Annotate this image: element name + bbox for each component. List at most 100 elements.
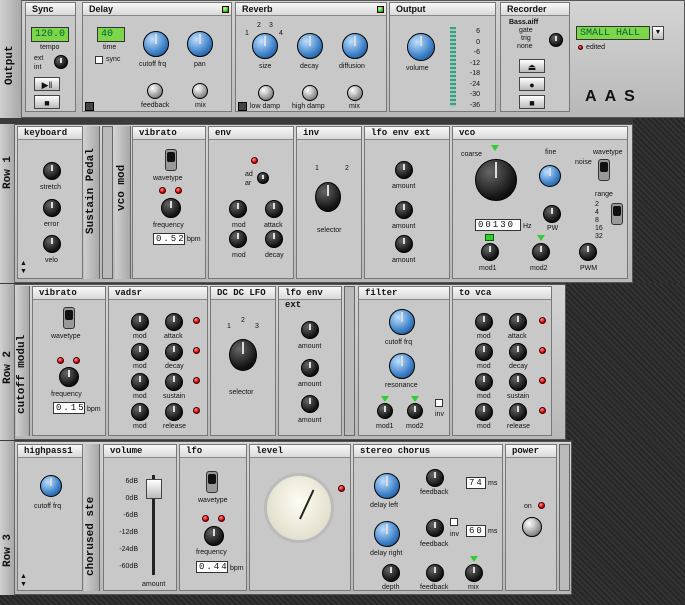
reverb-size-knob[interactable]: [252, 33, 278, 59]
vco-range-switch[interactable]: [611, 203, 623, 225]
vadsr-mod3-knob[interactable]: [131, 373, 149, 391]
chorus-ms1-digits[interactable]: 74: [466, 477, 486, 489]
env-mode-knob[interactable]: [257, 172, 269, 184]
filter-mod1-knob[interactable]: [377, 403, 393, 419]
lfo-frequency-knob[interactable]: [204, 526, 224, 546]
chorus-delay-left-knob[interactable]: [374, 473, 400, 499]
vadsr-sustain-knob[interactable]: [165, 373, 183, 391]
vadsr-decay-knob[interactable]: [165, 343, 183, 361]
delay-sync-checkbox[interactable]: [95, 56, 103, 64]
chorus-feedback2-knob[interactable]: [426, 519, 444, 537]
chorus-ms2-digits[interactable]: 60: [466, 525, 486, 537]
row1-scrollbar-a[interactable]: [102, 126, 113, 279]
chorus-feedback1-knob[interactable]: [426, 469, 444, 487]
filter-cutoff-knob[interactable]: [389, 309, 415, 335]
delay-feedback-knob[interactable]: [147, 83, 163, 99]
lfoenv-amount3-knob[interactable]: [395, 235, 413, 253]
reverb-highdamp-knob[interactable]: [302, 85, 318, 101]
reverb-decay-knob[interactable]: [297, 33, 323, 59]
delay-menu-button[interactable]: [85, 102, 94, 111]
vco-mod2-knob[interactable]: [532, 243, 550, 261]
sync-source-knob[interactable]: [54, 55, 68, 69]
chorus-feedback3-knob[interactable]: [426, 564, 444, 582]
filter-mod2-knob[interactable]: [407, 403, 423, 419]
filter-resonance-knob[interactable]: [389, 353, 415, 379]
lfoenv-amount2-knob[interactable]: [395, 201, 413, 219]
r2-amount2-knob[interactable]: [301, 359, 319, 377]
vibrato-frequency-knob[interactable]: [161, 198, 181, 218]
recorder-mode-knob[interactable]: [549, 33, 563, 47]
delay-pan-knob[interactable]: [187, 31, 213, 57]
lfoenv-amount1-knob[interactable]: [395, 161, 413, 179]
vadsr-release-knob[interactable]: [165, 403, 183, 421]
stop-button[interactable]: ■: [34, 95, 60, 109]
reverb-diffusion-knob[interactable]: [342, 33, 368, 59]
lfo-wavetype-switch[interactable]: [206, 471, 218, 493]
stretch-knob[interactable]: [43, 162, 61, 180]
highpass-scroll-arrows[interactable]: ▲ ▼: [20, 573, 27, 589]
vco-wavetype-switch[interactable]: [598, 159, 610, 181]
chorus-inv-checkbox[interactable]: [450, 518, 458, 526]
env-mod2-knob[interactable]: [229, 230, 247, 248]
tempo-display[interactable]: 120.0: [31, 27, 69, 42]
tovca-mod1-knob[interactable]: [475, 313, 493, 331]
delay-mix-knob[interactable]: [192, 83, 208, 99]
chorus-depth-knob[interactable]: [382, 564, 400, 582]
env-mod1-knob[interactable]: [229, 200, 247, 218]
tovca-mod3-knob[interactable]: [475, 373, 493, 391]
reverb-lowdamp-knob[interactable]: [258, 85, 274, 101]
r2-vibrato-digits[interactable]: 0.15: [53, 402, 85, 414]
vco-pw-knob[interactable]: [543, 205, 561, 223]
delay-cutoff-knob[interactable]: [143, 31, 169, 57]
r2-wavetype-switch[interactable]: [63, 307, 75, 329]
recorder-stop-button[interactable]: ■: [519, 95, 545, 109]
chorus-mix-knob[interactable]: [465, 564, 483, 582]
inv-selector-knob[interactable]: [315, 182, 341, 212]
vadsr-mod4-knob[interactable]: [131, 403, 149, 421]
row3-scrollbar[interactable]: [559, 444, 570, 591]
velo-knob[interactable]: [43, 235, 61, 253]
vadsr-mod2-knob[interactable]: [131, 343, 149, 361]
recorder-record-button[interactable]: ●: [519, 77, 545, 91]
recorder-eject-button[interactable]: ⏏: [519, 59, 545, 73]
env-attack-knob[interactable]: [265, 200, 283, 218]
env-decay-knob[interactable]: [265, 230, 283, 248]
lfo-digits[interactable]: 0.44: [196, 561, 228, 573]
volume-fader[interactable]: [146, 479, 162, 499]
reverb-menu-button[interactable]: [238, 102, 247, 111]
row2-scrollbar[interactable]: [344, 286, 355, 436]
tovca-attack-knob[interactable]: [509, 313, 527, 331]
dc-selector-knob[interactable]: [229, 339, 257, 371]
chorus-delay-right-knob[interactable]: [374, 521, 400, 547]
tovca-sustain-knob[interactable]: [509, 373, 527, 391]
error-knob[interactable]: [43, 199, 61, 217]
vibrato-wavetype-switch[interactable]: [165, 149, 177, 171]
r2-amount1-knob[interactable]: [301, 321, 319, 339]
preset-dropdown-button[interactable]: ▼: [652, 26, 664, 40]
vibrato-digits[interactable]: 0.52: [153, 233, 185, 245]
delay-time-display[interactable]: 40: [97, 27, 125, 42]
vco-freq-digits[interactable]: 00130: [475, 219, 521, 231]
play-pause-button[interactable]: ▶‖: [34, 77, 60, 91]
highpass-cutoff-knob[interactable]: [40, 475, 62, 497]
reverb-mix-knob[interactable]: [347, 85, 363, 101]
tovca-mod2-knob[interactable]: [475, 343, 493, 361]
vadsr-attack-knob[interactable]: [165, 313, 183, 331]
delay-enable-led[interactable]: [222, 6, 229, 13]
r2-frequency-knob[interactable]: [59, 367, 79, 387]
output-volume-knob[interactable]: [407, 33, 435, 61]
vco-fine-knob[interactable]: [539, 165, 561, 187]
reverb-enable-led[interactable]: [377, 6, 384, 13]
vco-pwm-knob[interactable]: [579, 243, 597, 261]
tovca-decay-knob[interactable]: [509, 343, 527, 361]
preset-display[interactable]: SMALL HALL: [576, 26, 650, 40]
keyboard-scroll-arrows[interactable]: ▲ ▼: [20, 260, 27, 276]
tovca-mod4-knob[interactable]: [475, 403, 493, 421]
vco-coarse-knob[interactable]: [475, 159, 517, 201]
filter-inv-checkbox[interactable]: [435, 399, 443, 407]
tovca-release-knob[interactable]: [509, 403, 527, 421]
vadsr-mod1-knob[interactable]: [131, 313, 149, 331]
vco-mod1-knob[interactable]: [481, 243, 499, 261]
power-toggle[interactable]: [522, 517, 542, 537]
r2-amount3-knob[interactable]: [301, 395, 319, 413]
